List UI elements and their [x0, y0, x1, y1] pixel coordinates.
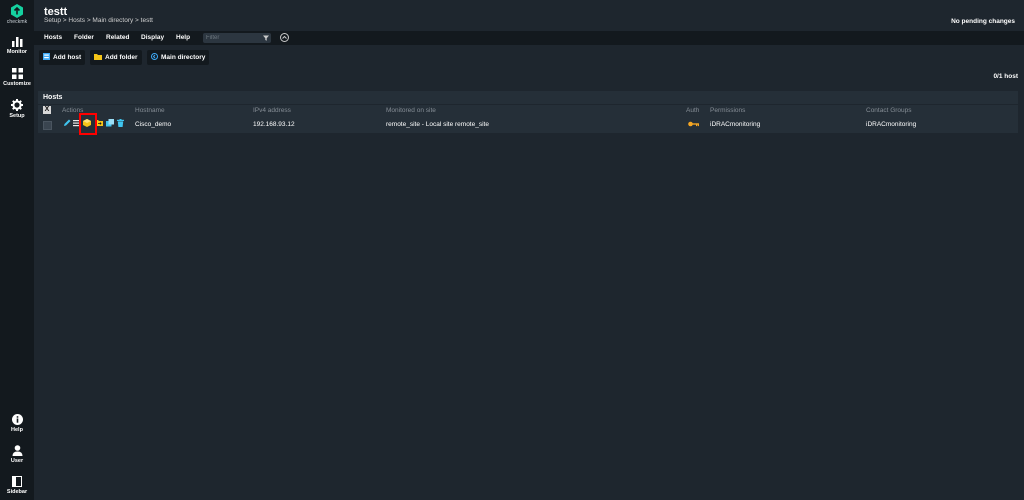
table-title: Hosts [43, 94, 63, 101]
nav-label: User [10, 458, 24, 464]
nav-help[interactable]: Help [0, 414, 34, 433]
main-directory-button[interactable]: Main directory [147, 50, 210, 65]
brand-name: checkmk [6, 19, 28, 25]
cell-hostname[interactable]: Cisco_demo [135, 121, 171, 128]
main-directory-label: Main directory [161, 54, 206, 61]
row-select-checkbox[interactable] [43, 121, 52, 130]
host-count: 0/1 host [993, 73, 1018, 80]
menu-related[interactable]: Related [106, 34, 129, 41]
nav-label: Setup [9, 113, 25, 119]
cell-permissions: iDRACmonitoring [710, 121, 761, 128]
add-host-icon [43, 52, 50, 60]
column-hostname[interactable]: Hostname [135, 107, 165, 114]
brand-logo[interactable]: checkmk [0, 4, 34, 25]
gear-icon [11, 99, 23, 111]
add-folder-label: Add folder [105, 54, 138, 61]
toggle-suggestions-button[interactable] [280, 33, 289, 42]
bar-chart-icon [11, 37, 22, 47]
key-icon [688, 121, 699, 127]
nav-monitor[interactable]: Monitor [0, 37, 34, 55]
nav-label: Sidebar [6, 489, 28, 495]
checkmk-logo-icon [11, 4, 23, 18]
delete-trash-icon[interactable] [117, 119, 124, 127]
column-contact-groups[interactable]: Contact Groups [866, 107, 912, 114]
back-circle-icon [151, 52, 158, 60]
nav-setup[interactable]: Setup [0, 99, 34, 119]
nav-label: Customize [3, 81, 31, 87]
clone-host-icon[interactable] [106, 119, 114, 127]
menu-help[interactable]: Help [176, 34, 190, 41]
select-all-checkbox[interactable]: X [43, 106, 51, 114]
pending-changes-link[interactable]: No pending changes [951, 18, 1015, 25]
highlight-annotation [79, 113, 97, 135]
nav-sidebar[interactable]: Sidebar [0, 476, 34, 495]
chevron-up-icon [282, 35, 287, 39]
nav-customize[interactable]: Customize [0, 68, 34, 87]
menu-display[interactable]: Display [141, 34, 164, 41]
filter-funnel-icon [263, 35, 269, 41]
menu-bar: Hosts Folder Related Display Help [34, 31, 1024, 45]
page-header: testt Setup > Hosts > Main directory > t… [34, 0, 1024, 31]
column-auth: Auth [686, 107, 700, 114]
nav-label: Help [11, 427, 23, 433]
grid-icon [11, 68, 23, 79]
column-site[interactable]: Monitored on site [386, 107, 436, 114]
filter-input[interactable] [203, 33, 271, 43]
main-sidebar-nav: checkmk Monitor Customize Setup Help Use… [0, 0, 34, 500]
add-folder-icon [94, 53, 102, 60]
nav-user[interactable]: User [0, 445, 34, 464]
nav-label: Monitor [6, 49, 28, 55]
column-ipv4[interactable]: IPv4 address [253, 107, 291, 114]
breadcrumb[interactable]: Setup > Hosts > Main directory > testt [44, 17, 153, 24]
menu-folder[interactable]: Folder [74, 34, 94, 41]
cell-ipv4: 192.168.93.12 [253, 121, 295, 128]
menu-hosts[interactable]: Hosts [44, 34, 62, 41]
add-host-label: Add host [53, 54, 82, 61]
cell-contact-groups: iDRACmonitoring [866, 121, 917, 128]
table-divider [38, 104, 1018, 105]
sidebar-icon [12, 476, 22, 487]
user-icon [12, 445, 22, 456]
column-permissions[interactable]: Permissions [710, 107, 745, 114]
hosts-table: Hosts X Actions Hostname IPv4 address Mo… [38, 91, 1018, 133]
add-folder-button[interactable]: Add folder [90, 50, 142, 65]
edit-pencil-icon[interactable] [63, 119, 71, 127]
info-icon [11, 414, 23, 425]
cell-site: remote_site - Local site remote_site [386, 121, 489, 128]
add-host-button[interactable]: Add host [39, 50, 86, 65]
